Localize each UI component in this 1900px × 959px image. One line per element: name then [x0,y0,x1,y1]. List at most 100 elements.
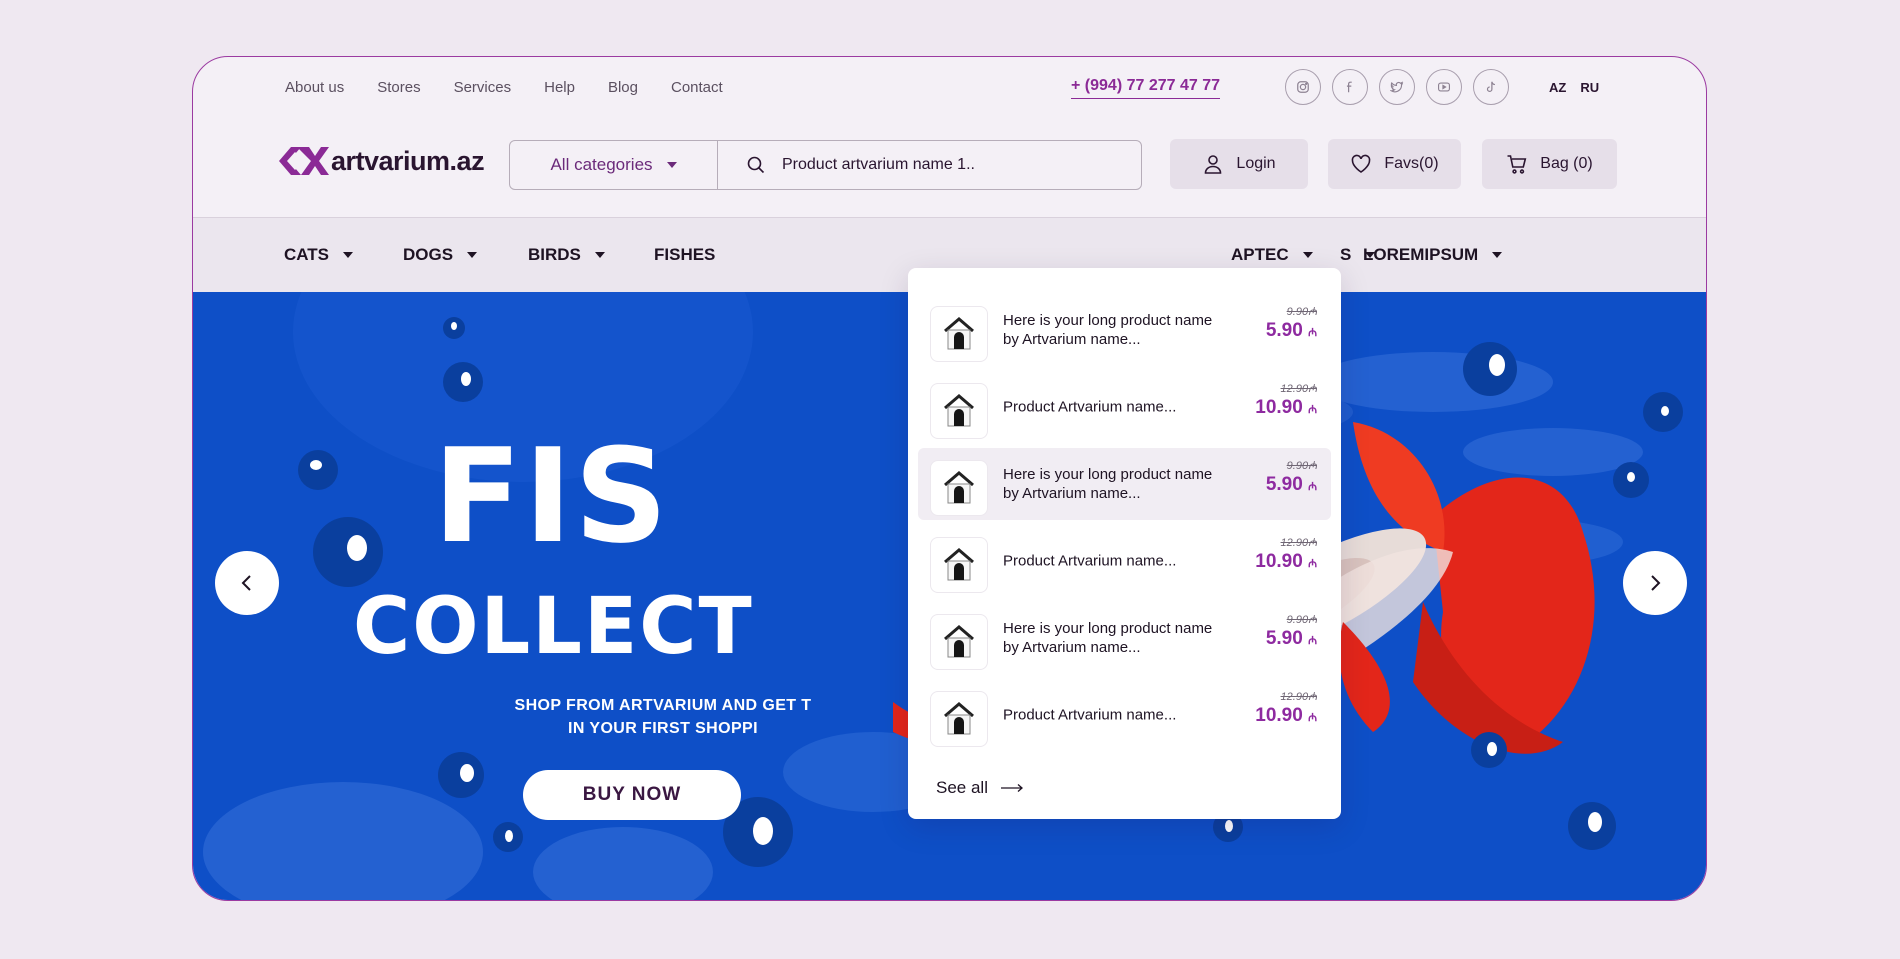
tiktok-icon[interactable] [1473,69,1509,105]
nav-item-cats[interactable]: CATS [284,245,354,265]
bubble [298,450,338,490]
old-price-currency: ₼ [1308,537,1317,549]
top-link-services[interactable]: Services [454,79,512,96]
hero-subtitle-line2: IN YOUR FIRST SHOPPI [568,720,758,737]
old-price-currency: ₼ [1308,306,1317,318]
see-all-link[interactable]: See all [936,778,1024,798]
nav-label: DOGS [403,245,454,264]
search-suggestions: See all Here is your long product name b… [908,268,1341,819]
suggestion-name: Here is your long product name by Artvar… [1003,312,1213,348]
nav-item-fishes[interactable]: FISHES [654,245,715,265]
bubble [1463,342,1517,396]
logo-text: artvarium.az [331,145,485,176]
nav-label: LOREMIPSUM [1363,245,1479,264]
product-thumbnail [930,537,988,593]
top-link-stores[interactable]: Stores [377,79,420,96]
nav-item-dogs[interactable]: DOGS [403,245,478,265]
old-price: 12.90₼ [1255,381,1317,396]
product-thumbnail [930,691,988,747]
hero-subtitle: SHOP FROM ARTVARIUM AND GET T IN YOUR FI… [403,694,923,740]
old-price-value: 9.90 [1286,614,1309,626]
new-price: 10.90 ₼ [1255,705,1317,727]
old-price-currency: ₼ [1308,614,1317,626]
suggestion-name: Product Artvarium name... [1003,706,1177,724]
hero-title-line2: COLLECT [353,582,754,672]
hero-subtitle-line1: SHOP FROM ARTVARIUM AND GET T [514,697,812,714]
nav-item-loremipsum[interactable]: LOREMIPSUM [1363,245,1503,265]
logo[interactable]: artvarium.az [277,143,485,179]
category-select[interactable]: All categories [510,141,718,189]
arrow-right-icon [1000,784,1023,792]
category-select-label: All categories [550,155,653,174]
social-links [1285,69,1509,105]
suggestion-name: Product Artvarium name... [1003,552,1177,570]
old-price-currency: ₼ [1308,383,1317,395]
nav-label: CATS [284,245,330,264]
buy-now-button[interactable]: BUY NOW [523,770,741,820]
old-price-value: 12.90 [1280,691,1309,703]
suggestion-item[interactable]: Product Artvarium name... 12.90₼ 10.90 ₼ [918,679,1331,751]
suggestion-item[interactable]: Here is your long product name by Artvar… [918,602,1331,674]
facebook-icon[interactable] [1332,69,1368,105]
old-price-currency: ₼ [1308,460,1317,472]
top-link-contact[interactable]: Contact [671,79,723,96]
search-input[interactable] [780,155,1114,175]
product-thumbnail [930,306,988,362]
chevron-right-icon [1651,575,1661,591]
top-bar: About us Stores Services Help Blog Conta… [193,57,1706,137]
user-icon [1205,155,1222,174]
nav-label: S [1340,245,1352,264]
suggestion-item[interactable]: Here is your long product name by Artvar… [918,448,1331,520]
currency: ₼ [1308,327,1317,339]
bubble [1643,392,1683,432]
favs-button[interactable]: Favs(0) [1328,139,1461,189]
bubble [1613,462,1649,498]
lang-az[interactable]: AZ [1549,80,1566,95]
caret-down-icon [1492,252,1503,258]
nav-label: FISHES [654,245,716,264]
carousel-prev-button[interactable] [215,551,279,615]
bag-button[interactable]: Bag (0) [1482,139,1617,189]
currency: ₼ [1308,558,1317,570]
caret-down-icon [343,252,354,258]
bubble [443,362,483,402]
suggestion-price: 9.90₼ 5.90 ₼ [1266,458,1317,496]
nav-label: APTEC [1231,245,1289,264]
suggestion-price: 9.90₼ 5.90 ₼ [1266,304,1317,342]
caret-down-icon [467,252,478,258]
logo-mark-icon [279,147,329,175]
browser-frame: About us Stores Services Help Blog Conta… [192,56,1707,901]
caret-down-icon [666,162,677,168]
new-price-value: 5.90 [1265,628,1303,649]
new-price-value: 5.90 [1265,474,1303,495]
old-price: 12.90₼ [1255,689,1317,704]
suggestion-item[interactable]: Product Artvarium name... 12.90₼ 10.90 ₼ [918,525,1331,597]
top-link-blog[interactable]: Blog [608,79,638,96]
login-button[interactable]: Login [1170,139,1308,189]
suggestion-price: 12.90₼ 10.90 ₼ [1255,381,1317,419]
lang-ru[interactable]: RU [1580,80,1599,95]
old-price: 9.90₼ [1266,304,1317,319]
top-link-help[interactable]: Help [544,79,575,96]
old-price-value: 12.90 [1280,537,1309,549]
product-thumbnail [930,383,988,439]
top-link-about[interactable]: About us [285,79,344,96]
caret-down-icon [594,252,605,258]
top-links: About us Stores Services Help Blog Conta… [285,79,756,96]
suggestion-item[interactable]: Product Artvarium name... 12.90₼ 10.90 ₼ [918,371,1331,443]
carousel-next-button[interactable] [1623,551,1687,615]
old-price: 9.90₼ [1266,458,1317,473]
cart-icon [1507,155,1527,174]
search-bar: All categories [509,140,1142,190]
suggestion-price: 12.90₼ 10.90 ₼ [1255,689,1317,727]
nav-item-aptec[interactable]: APTEC [1231,245,1313,265]
suggestion-name: Product Artvarium name... [1003,398,1177,416]
nav-item-birds[interactable]: BIRDS [528,245,605,265]
twitter-icon[interactable] [1379,69,1415,105]
instagram-icon[interactable] [1285,69,1321,105]
suggestion-item[interactable]: Here is your long product name by Artvar… [918,294,1331,366]
product-thumbnail [930,460,988,516]
new-price-value: 10.90 [1255,551,1303,572]
phone-link[interactable]: + (994) 77 277 47 77 [1071,77,1221,99]
youtube-icon[interactable] [1426,69,1462,105]
